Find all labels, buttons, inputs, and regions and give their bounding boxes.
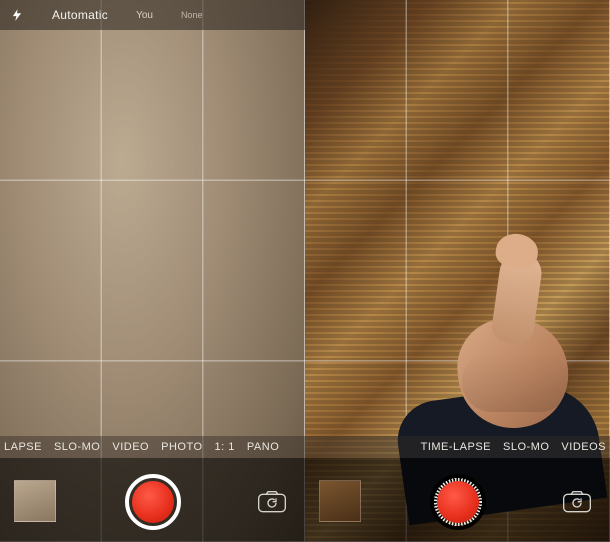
hdr-sub-label-2[interactable]: None [181,10,203,20]
right-screen: TIME-LAPSE SLO-MO VIDEOS [305,0,610,542]
last-photo-thumbnail[interactable] [14,480,56,522]
mode-option[interactable]: VIDEO [112,441,149,453]
camera-bottom-bar [0,458,305,542]
shutter-indicator [132,481,174,523]
thumbs-up-icon [400,212,580,472]
camera-bottom-bar [305,458,610,542]
hdr-sub-label-1[interactable]: You [136,10,153,21]
mode-option[interactable]: SLO-MO [503,441,549,453]
mode-option[interactable]: PANO [247,441,279,453]
mode-option[interactable]: TIME-LAPSE [421,441,491,453]
mode-option[interactable]: VIDEOS [561,441,606,453]
mode-option[interactable]: LAPSE [4,441,42,453]
flash-icon[interactable] [10,5,24,25]
shutter-button[interactable] [125,474,181,530]
mode-selector[interactable]: TIME-LAPSE SLO-MO VIDEOS [305,436,610,458]
mode-option[interactable]: SLO-MO [54,441,100,453]
mode-option[interactable]: PHOTO [161,441,202,453]
mode-option[interactable]: 1: 1 [215,441,235,453]
camera-top-bar: Automatic You None [0,0,305,30]
switch-camera-button[interactable] [255,486,289,516]
shutter-button-recording[interactable] [430,474,486,530]
mode-selector[interactable]: LAPSE SLO-MO VIDEO PHOTO 1: 1 PANO [0,436,305,458]
last-photo-thumbnail[interactable] [319,480,361,522]
left-screen: Automatic You None LAPSE SLO-MO VIDEO PH… [0,0,305,542]
shutter-indicator [437,481,479,523]
camera-side-by-side: Automatic You None LAPSE SLO-MO VIDEO PH… [0,0,610,542]
switch-camera-button[interactable] [560,486,594,516]
hdr-mode-label[interactable]: Automatic [52,8,108,22]
